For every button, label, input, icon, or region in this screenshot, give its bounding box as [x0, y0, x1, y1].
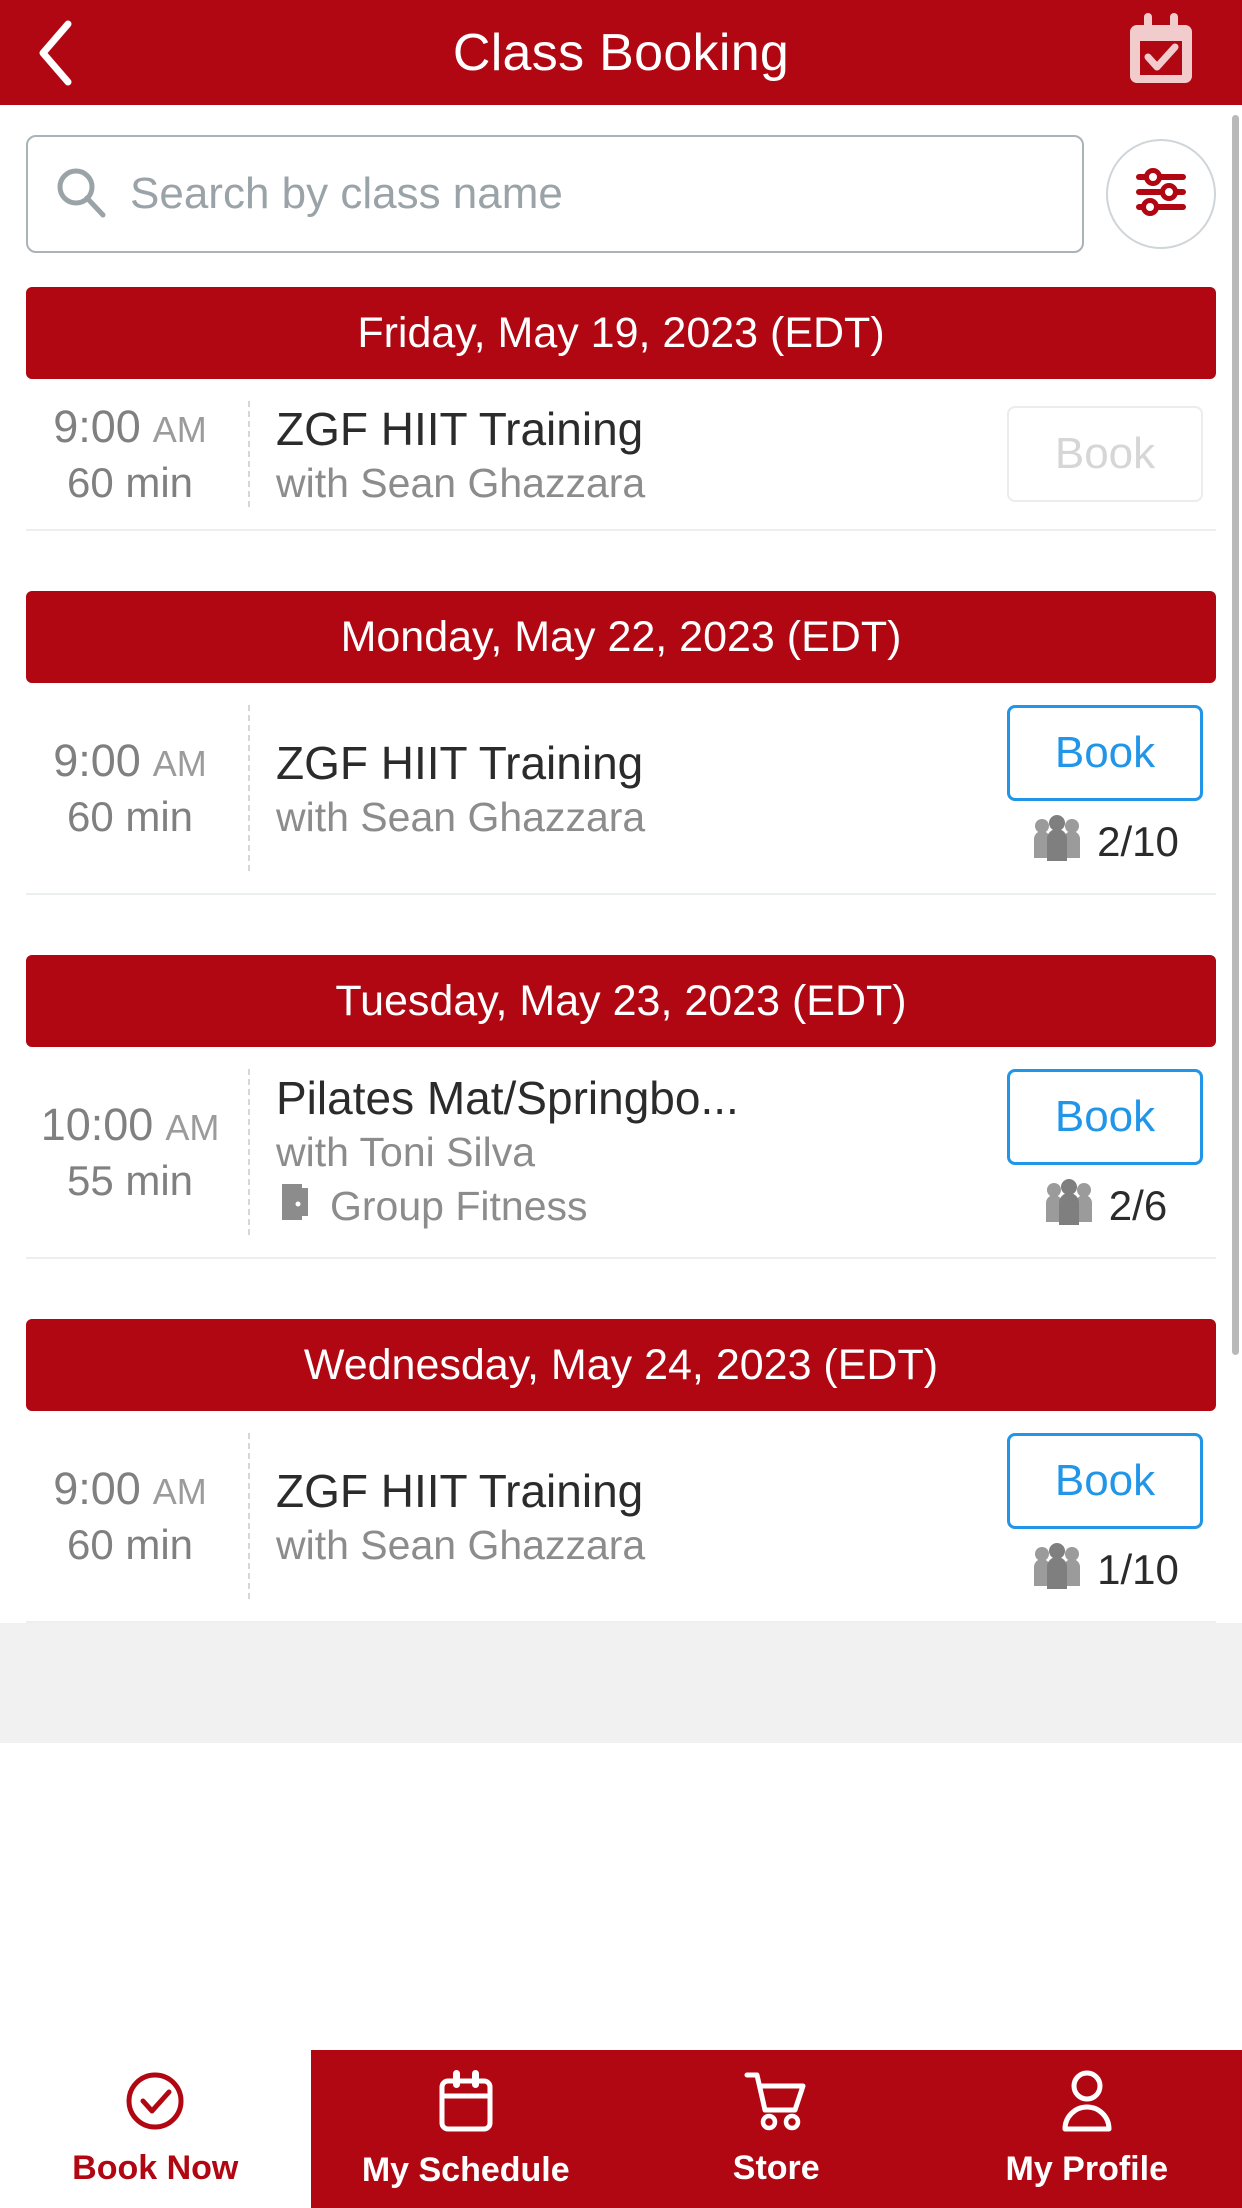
search-input[interactable]: Search by class name [130, 169, 563, 219]
class-instructor: with Toni Silva [276, 1128, 536, 1175]
tab-label: My Profile [1005, 2150, 1168, 2188]
tab-label: Store [732, 2149, 820, 2187]
class-time-meridiem: AM [152, 1471, 207, 1512]
class-info-column: Pilates Mat/Springbo... with Toni Silva … [250, 1069, 986, 1235]
day-header: Wednesday, May 24, 2023 (EDT) [26, 1319, 1216, 1411]
content-bottom-filler [0, 1623, 1242, 1743]
people-icon [1031, 1541, 1083, 1599]
day-header-label: Friday, May 19, 2023 (EDT) [357, 308, 885, 357]
search-input-wrapper[interactable]: Search by class name [26, 135, 1084, 253]
class-capacity: 2/10 [1031, 813, 1179, 871]
day-header: Tuesday, May 23, 2023 (EDT) [26, 955, 1216, 1047]
day-group: Wednesday, May 24, 2023 (EDT) 9:00 AM 60… [0, 1319, 1242, 1623]
class-row[interactable]: 9:00 AM 60 min ZGF HIIT Training with Se… [26, 1411, 1216, 1623]
tab-store[interactable]: Store [621, 2050, 932, 2208]
content-scroll-area[interactable]: Search by class name Friday, May 19, 202… [0, 105, 1242, 2050]
book-button[interactable]: Book [1007, 1069, 1203, 1165]
day-group: Tuesday, May 23, 2023 (EDT) 10:00 AM 55 … [0, 955, 1242, 1259]
vertical-scrollbar[interactable] [1232, 115, 1239, 1355]
door-icon [276, 1180, 316, 1234]
tab-my-schedule[interactable]: My Schedule [310, 2050, 621, 2208]
class-info-column: ZGF HIIT Training with Sean Ghazzara [250, 1433, 986, 1599]
class-capacity-value: 2/10 [1097, 818, 1179, 865]
filter-button[interactable] [1106, 139, 1216, 249]
class-action-column: Book [986, 401, 1216, 507]
book-button[interactable]: Book [1007, 705, 1203, 801]
class-time-value: 9:00 [53, 401, 141, 452]
class-time: 9:00 AM [53, 1463, 207, 1515]
book-button[interactable]: Book [1007, 406, 1203, 502]
class-instructor: with Sean Ghazzara [276, 459, 646, 506]
class-capacity: 1/10 [1031, 1541, 1179, 1599]
class-instructor: with Sean Ghazzara [276, 1521, 646, 1568]
search-icon [54, 165, 108, 224]
day-header-label: Wednesday, May 24, 2023 (EDT) [303, 1340, 939, 1389]
class-time-column: 9:00 AM 60 min [26, 1433, 248, 1599]
shopping-cart-icon [743, 2070, 809, 2137]
class-time-column: 9:00 AM 60 min [26, 705, 248, 871]
class-name: ZGF HIIT Training [276, 402, 644, 455]
class-duration: 60 min [66, 459, 194, 506]
day-header: Monday, May 22, 2023 (EDT) [26, 591, 1216, 683]
class-room: Group Fitness [276, 1180, 986, 1234]
class-action-column: Book 1/10 [986, 1433, 1216, 1599]
bottom-tab-bar: Book Now My Schedule Store My Profile [0, 2050, 1242, 2208]
tab-label: Book Now [72, 2149, 239, 2187]
class-time-meridiem: AM [152, 409, 207, 450]
calendar-icon [437, 2068, 495, 2139]
class-row[interactable]: 9:00 AM 60 min ZGF HIIT Training with Se… [26, 683, 1216, 895]
search-row: Search by class name [0, 105, 1242, 253]
calendar-check-button[interactable] [1106, 0, 1216, 105]
check-circle-icon [124, 2070, 186, 2137]
class-name: Pilates Mat/Springbo... [276, 1071, 739, 1124]
tab-label: My Schedule [361, 2151, 570, 2189]
class-capacity-value: 2/6 [1108, 1182, 1168, 1229]
class-info-column: ZGF HIIT Training with Sean Ghazzara [250, 705, 986, 871]
class-time: 10:00 AM [41, 1099, 220, 1151]
class-name: ZGF HIIT Training [276, 1464, 644, 1517]
class-booking-screen: Class Booking Search by class name Frida… [0, 0, 1242, 2208]
class-time-column: 9:00 AM 60 min [26, 401, 248, 507]
tab-book-now[interactable]: Book Now [0, 2050, 311, 2208]
class-time-value: 9:00 [53, 735, 141, 786]
class-time: 9:00 AM [53, 735, 207, 787]
people-icon [1043, 1177, 1095, 1235]
day-header-label: Monday, May 22, 2023 (EDT) [340, 612, 902, 661]
class-time-value: 10:00 [40, 1099, 154, 1150]
app-header: Class Booking [0, 0, 1242, 105]
class-instructor: with Sean Ghazzara [276, 793, 646, 840]
class-action-column: Book 2/6 [986, 1069, 1216, 1235]
group-spacer [0, 1259, 1242, 1285]
class-duration: 60 min [66, 1521, 194, 1568]
class-duration: 55 min [66, 1157, 194, 1204]
class-time-value: 9:00 [53, 1463, 141, 1514]
book-button[interactable]: Book [1007, 1433, 1203, 1529]
class-row[interactable]: 10:00 AM 55 min Pilates Mat/Springbo... … [26, 1047, 1216, 1259]
class-info-column: ZGF HIIT Training with Sean Ghazzara [250, 401, 986, 507]
class-name: ZGF HIIT Training [276, 736, 644, 789]
day-header-label: Tuesday, May 23, 2023 (EDT) [335, 976, 907, 1025]
group-spacer [0, 895, 1242, 921]
class-time-meridiem: AM [165, 1107, 220, 1148]
class-capacity: 2/6 [1043, 1177, 1167, 1235]
page-title: Class Booking [452, 23, 790, 82]
class-room-label: Group Fitness [330, 1183, 588, 1229]
class-capacity-value: 1/10 [1097, 1546, 1179, 1593]
calendar-check-icon [1124, 11, 1198, 94]
class-time: 9:00 AM [53, 401, 207, 453]
class-time-column: 10:00 AM 55 min [26, 1069, 248, 1235]
group-spacer [0, 531, 1242, 557]
tab-my-profile[interactable]: My Profile [931, 2050, 1242, 2208]
class-time-meridiem: AM [152, 743, 207, 784]
class-duration: 60 min [66, 793, 194, 840]
day-group: Monday, May 22, 2023 (EDT) 9:00 AM 60 mi… [0, 591, 1242, 895]
person-icon [1058, 2069, 1116, 2138]
people-icon [1031, 813, 1083, 871]
day-group: Friday, May 19, 2023 (EDT) 9:00 AM 60 mi… [0, 287, 1242, 531]
day-header: Friday, May 19, 2023 (EDT) [26, 287, 1216, 379]
class-action-column: Book 2/10 [986, 705, 1216, 871]
filter-sliders-icon [1133, 166, 1189, 223]
class-row[interactable]: 9:00 AM 60 min ZGF HIIT Training with Se… [26, 379, 1216, 531]
